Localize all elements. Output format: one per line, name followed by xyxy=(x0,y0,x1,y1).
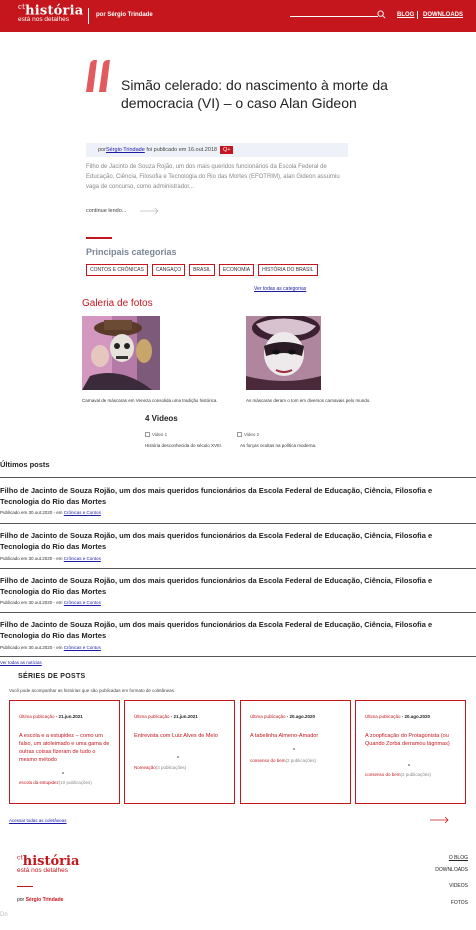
categories-list: CONTOS E CRÔNICAS CANGAÇO BRASIL ECONOMI… xyxy=(86,264,318,276)
gallery-caption: Carnaval de máscaras em Veneza consolida… xyxy=(82,398,218,403)
category-chip[interactable]: CONTOS E CRÔNICAS xyxy=(86,264,148,276)
series-title: SÉRIES DE POSTS xyxy=(18,673,86,680)
header-author: por Sérgio Trindade xyxy=(96,12,153,18)
series-collection: Nomeação(3 publicações) xyxy=(134,765,187,770)
category-chip[interactable]: BRASIL xyxy=(189,264,215,276)
dot-icon xyxy=(177,756,179,758)
post-meta: Publicado em 30.out.2020 - em Crônicas e… xyxy=(0,600,101,605)
search-icon[interactable] xyxy=(377,10,386,19)
featured-post-title[interactable]: Simão celerado: do nascimento à morte da… xyxy=(121,76,391,112)
footer-author: por Sérgio Trindade xyxy=(17,897,64,903)
dot-icon xyxy=(408,764,410,766)
post-meta: Publicado em 30.out.2020 - em Crônicas e… xyxy=(0,645,101,650)
nav-blog[interactable]: BLOG xyxy=(397,12,414,18)
series-date: Última publicação - 21.jun.2021 xyxy=(19,714,83,719)
gallery-photo-skull-mask[interactable] xyxy=(82,316,160,390)
post-divider xyxy=(0,477,476,478)
latest-posts-title: Últimos posts xyxy=(0,460,50,469)
see-all-categories-link[interactable]: Ver todas as categorias xyxy=(254,286,306,292)
see-all-news-link[interactable]: Ver todas as notícias xyxy=(0,660,42,665)
post-divider xyxy=(0,612,476,613)
series-card-title[interactable]: A tabelinha Almeno-Amador xyxy=(250,732,345,740)
series-card[interactable]: Última publicação - 21.jun.2021 Entrevis… xyxy=(124,700,235,804)
broken-image-icon xyxy=(145,432,150,437)
series-collection: escola da estupidez(10 publicações) xyxy=(19,780,92,785)
footer-corner-mark: Dn xyxy=(0,912,8,918)
footer-logo[interactable]: cthistória está nos detalhes xyxy=(17,854,79,874)
post-category-link[interactable]: Crônicas e Contos xyxy=(64,510,101,515)
dot-icon xyxy=(293,748,295,750)
video-thumbnail[interactable]: Video 1 xyxy=(145,432,167,437)
nav-separator xyxy=(417,11,418,19)
series-collection: consenso do bem(2 publicações) xyxy=(365,772,432,777)
featured-post-meta: porSérgio Trindade foi publicado em 16.o… xyxy=(86,143,348,157)
search-input[interactable] xyxy=(290,16,378,17)
post-title[interactable]: Filho de Jacinto de Souza Rojão, um dos … xyxy=(0,575,470,597)
share-badge[interactable]: Q+ xyxy=(219,146,234,154)
series-card[interactable]: Última publicação - 20.ago.2020 A tabeli… xyxy=(240,700,351,804)
gallery-caption: As máscaras deram o tom em diversos carn… xyxy=(246,398,371,403)
video-thumbnail[interactable]: Video 2 xyxy=(237,432,259,437)
nav-downloads[interactable]: DOWNLOADS xyxy=(423,12,463,18)
post-title[interactable]: Filho de Jacinto de Souza Rojão, um dos … xyxy=(0,485,470,507)
series-description: Você pode acompanhar as histórias que sã… xyxy=(9,688,176,693)
video-caption: As forças ocultas na política moderna. xyxy=(240,443,317,448)
series-date: Última publicação - 20.ago.2020 xyxy=(365,714,431,719)
site-logo[interactable]: cthistória está nos detalhes xyxy=(18,3,83,23)
footer-nav-videos[interactable]: VIDEOS xyxy=(449,883,468,889)
section-accent-line xyxy=(86,237,112,239)
series-card-title[interactable]: A zoopficação do Protagonista (ou Quando… xyxy=(365,732,460,748)
post-category-link[interactable]: Crônicas e Contos xyxy=(64,556,101,561)
categories-title: Principais categorias xyxy=(86,247,177,257)
see-all-series-link[interactable]: Acessar todas as coletâneas xyxy=(9,818,67,823)
header-divider xyxy=(88,8,89,24)
post-divider xyxy=(0,523,476,524)
site-footer: cthistória está nos detalhes por Sérgio … xyxy=(0,842,476,930)
post-divider xyxy=(0,568,476,569)
arrow-right-icon[interactable] xyxy=(430,816,450,824)
series-card[interactable]: Última publicação - 20.ago.2020 A zoopfi… xyxy=(355,700,466,804)
quote-icon xyxy=(86,60,110,92)
featured-author-link[interactable]: Sérgio Trindade xyxy=(106,147,145,153)
footer-nav-fotos[interactable]: FOTOS xyxy=(451,900,468,906)
broken-image-icon xyxy=(237,432,242,437)
post-category-link[interactable]: Crônicas e Contos xyxy=(64,645,101,650)
post-category-link[interactable]: Crônicas e Contos xyxy=(64,600,101,605)
dot-icon xyxy=(62,772,64,774)
continue-reading-link[interactable]: continue lendo... xyxy=(86,208,126,214)
series-collection: consenso do bem(2 publicações) xyxy=(250,758,317,763)
featured-post-excerpt: Filho de Jacinto de Souza Rojão, um dos … xyxy=(86,164,340,190)
gallery-photo-venetian-mask[interactable] xyxy=(246,316,321,390)
site-header: cthistória está nos detalhes por Sérgio … xyxy=(0,0,476,32)
post-divider xyxy=(0,656,476,657)
arrow-right-icon[interactable] xyxy=(140,207,160,215)
series-date: Última publicação - 20.ago.2020 xyxy=(250,714,316,719)
category-chip[interactable]: HISTÓRIA DO BRASIL xyxy=(258,264,318,276)
post-meta: Publicado em 30.out.2020 - em Crônicas e… xyxy=(0,556,101,561)
series-card-title[interactable]: Entrevista com Luiz Alves de Melo xyxy=(134,732,229,740)
series-card-title[interactable]: A escola e a estupidez – como um falso, … xyxy=(19,732,114,764)
series-card[interactable]: Última publicação - 21.jun.2021 A escola… xyxy=(9,700,120,804)
gallery-title: Galeria de fotos xyxy=(82,298,153,309)
post-title[interactable]: Filho de Jacinto de Souza Rojão, um dos … xyxy=(0,619,470,641)
videos-title: 4 Videos xyxy=(145,414,178,423)
series-date: Última publicação - 21.jun.2021 xyxy=(134,714,198,719)
video-caption: História desconhecida do século XVIII. xyxy=(145,443,223,448)
footer-nav-blog[interactable]: O BLOG xyxy=(449,855,468,861)
category-chip[interactable]: CANGAÇO xyxy=(151,264,186,276)
category-chip[interactable]: ECONOMIA xyxy=(218,264,255,276)
post-meta: Publicado em 30.out.2020 - em Crônicas e… xyxy=(0,510,101,515)
footer-nav-downloads[interactable]: DOWNLOADS xyxy=(435,867,468,873)
post-title[interactable]: Filho de Jacinto de Souza Rojão, um dos … xyxy=(0,530,470,552)
footer-accent-line xyxy=(17,886,33,887)
